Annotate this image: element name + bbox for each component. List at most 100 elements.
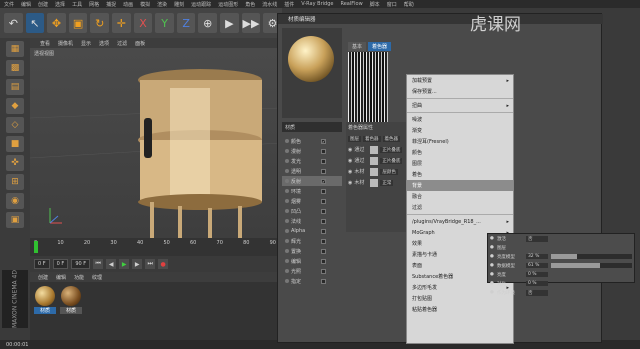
move-tool-icon[interactable]: ✥ xyxy=(47,13,66,33)
context-menu-item[interactable]: 背景 xyxy=(407,180,513,191)
keyframe-dot-icon[interactable]: ● xyxy=(490,245,494,250)
context-menu-item[interactable]: 扭曲 ▸ xyxy=(407,100,513,111)
viewport-menu-panel[interactable]: 面板 xyxy=(135,40,145,47)
channel-checkbox[interactable] xyxy=(321,248,326,254)
perspective-viewport[interactable]: 透视视图 xyxy=(30,48,280,238)
channel-checkbox[interactable] xyxy=(321,208,326,214)
channel-row[interactable]: 环境 xyxy=(282,186,342,196)
context-menu-item[interactable]: 颜色 xyxy=(407,147,513,158)
attribute-value[interactable]: 0 % xyxy=(525,272,548,277)
playhead[interactable] xyxy=(34,241,38,253)
menu-tools[interactable]: 工具 xyxy=(72,1,82,8)
menu-script[interactable]: 脚本 xyxy=(370,1,380,8)
channel-checkbox[interactable] xyxy=(321,278,326,284)
scale-tool-icon[interactable]: ▣ xyxy=(68,13,88,33)
y-axis-icon[interactable]: Y xyxy=(155,13,174,33)
channel-checkbox[interactable] xyxy=(321,268,326,274)
context-menu-item[interactable]: 融合 xyxy=(407,191,513,202)
channel-row[interactable]: 反射 ✓ xyxy=(282,176,342,186)
channel-checkbox[interactable] xyxy=(321,158,326,164)
channel-checkbox[interactable] xyxy=(321,228,326,234)
blend-mode-select[interactable]: 层颜色 xyxy=(380,168,398,175)
viewport-menu-display[interactable]: 显示 xyxy=(81,40,91,47)
shader-button[interactable]: 着色器 xyxy=(382,135,400,142)
z-axis-icon[interactable]: Z xyxy=(176,13,196,33)
context-menu-item[interactable]: 噪波 xyxy=(407,114,513,125)
magnet-icon[interactable]: ◉ xyxy=(6,193,24,209)
channel-row[interactable]: 置换 xyxy=(282,246,342,256)
channel-row[interactable]: 辉光 xyxy=(282,236,342,246)
channel-row[interactable]: Alpha xyxy=(282,226,342,236)
channel-checkbox[interactable] xyxy=(321,148,326,154)
record-icon[interactable]: ● xyxy=(158,259,169,269)
menu-vray-bridge[interactable]: V-Ray Bridge xyxy=(301,1,333,7)
frame-current-field[interactable]: 0 F xyxy=(52,259,69,269)
menu-mesh[interactable]: 网格 xyxy=(89,1,99,8)
workplane-icon[interactable]: ▤ xyxy=(6,79,24,95)
attribute-slider[interactable] xyxy=(550,263,632,268)
material-thumbnail[interactable]: 材质 xyxy=(60,286,82,316)
menu-sculpt[interactable]: 雕刻 xyxy=(174,1,184,8)
menu-select[interactable]: 选择 xyxy=(55,1,65,8)
frame-end-field[interactable]: 90 F xyxy=(71,259,91,269)
keyframe-dot-icon[interactable]: ● xyxy=(490,272,494,277)
timeline-ruler[interactable]: 0 10 20 30 40 50 60 70 80 90 xyxy=(30,238,280,256)
channel-checkbox[interactable] xyxy=(321,168,326,174)
mm-menu-edit[interactable]: 编辑 xyxy=(56,274,66,281)
viewport-menu-view[interactable]: 查看 xyxy=(40,40,50,47)
viewport-menu-options[interactable]: 选项 xyxy=(99,40,109,47)
attribute-value[interactable]: 0 % xyxy=(525,281,548,286)
frame-start-field[interactable]: 0 F xyxy=(34,259,50,269)
go-end-icon[interactable]: ⏭ xyxy=(145,259,156,269)
context-menu-item[interactable]: 渐变 xyxy=(407,125,513,136)
context-menu-item[interactable]: 过滤 xyxy=(407,202,513,213)
tab-basic[interactable]: 基本 xyxy=(348,42,367,51)
menu-edit[interactable]: 编辑 xyxy=(21,1,31,8)
menu-snap[interactable]: 捕捉 xyxy=(106,1,116,8)
layer-button[interactable]: 图层 xyxy=(348,135,361,142)
channel-row[interactable]: 凹凸 xyxy=(282,206,342,216)
polygons-mode-icon[interactable]: ■ xyxy=(6,136,24,152)
channel-row[interactable]: 发光 xyxy=(282,156,342,166)
viewport-menu-camera[interactable]: 摄像机 xyxy=(58,40,73,47)
visibility-icon[interactable]: ◉ xyxy=(348,147,352,153)
prev-key-icon[interactable]: ◀ xyxy=(106,259,117,269)
context-menu-item[interactable]: 着色 xyxy=(407,169,513,180)
visibility-icon[interactable]: ◉ xyxy=(348,169,352,175)
live-select-icon[interactable]: ✛ xyxy=(112,13,131,33)
blend-mode-select[interactable]: 正片叠底 xyxy=(380,146,403,153)
mm-menu-create[interactable]: 创建 xyxy=(38,274,48,281)
visibility-icon[interactable]: ◉ xyxy=(348,158,352,164)
layer-row[interactable]: ◉ 通过 正片叠底 xyxy=(346,144,414,155)
channel-row[interactable]: 编辑 xyxy=(282,256,342,266)
render-picture-viewer-icon[interactable]: ▶▶ xyxy=(241,13,261,33)
menu-pipeline[interactable]: 流水线 xyxy=(262,1,277,8)
menu-create[interactable]: 创建 xyxy=(38,1,48,8)
snap-icon[interactable]: ⊞ xyxy=(6,174,24,190)
attribute-slider[interactable] xyxy=(550,254,632,259)
menu-file[interactable]: 文件 xyxy=(4,1,14,8)
channel-row[interactable]: 烟雾 xyxy=(282,196,342,206)
context-menu-item[interactable]: 图层 xyxy=(407,158,513,169)
material-preview-sphere[interactable] xyxy=(288,36,334,82)
channel-row[interactable]: 颜色 ✓ xyxy=(282,136,342,146)
render-view-icon[interactable]: ▶ xyxy=(220,13,239,33)
menu-simulate[interactable]: 模拟 xyxy=(140,1,150,8)
viewport-menu-filter[interactable]: 过滤 xyxy=(117,40,127,47)
keyframe-dot-icon[interactable]: ● xyxy=(490,290,494,295)
channel-row[interactable]: 光照 xyxy=(282,266,342,276)
context-menu-item[interactable]: 加载预置 ▸ xyxy=(407,75,513,86)
channel-checkbox[interactable] xyxy=(321,188,326,194)
shader-button[interactable]: 着色器 xyxy=(363,135,381,142)
context-menu-item[interactable]: 保存预置... xyxy=(407,86,513,97)
next-key-icon[interactable]: ▶ xyxy=(132,259,143,269)
channel-checkbox[interactable] xyxy=(321,218,326,224)
texture-mode-icon[interactable]: ▩ xyxy=(6,60,24,76)
material-thumbnail[interactable]: 材质 xyxy=(34,286,56,316)
layer-row[interactable]: ◉ 木材 层颜色 xyxy=(346,166,414,177)
keyframe-dot-icon[interactable]: ● xyxy=(490,236,494,241)
channel-row[interactable]: 法线 xyxy=(282,216,342,226)
menu-mograph[interactable]: 运动图形 xyxy=(218,1,238,8)
tab-shader[interactable]: 着色器 xyxy=(368,42,392,51)
menu-render[interactable]: 渲染 xyxy=(157,1,167,8)
